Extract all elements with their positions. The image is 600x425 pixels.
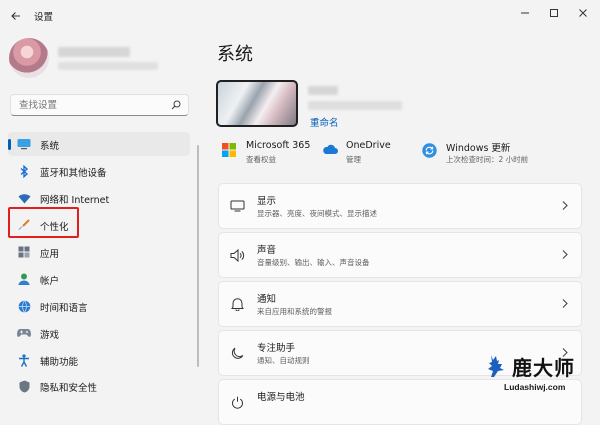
sidebar-item-system[interactable]: 系统	[8, 132, 190, 156]
sidebar-item-label: 时间和语言	[40, 303, 88, 314]
card-subtitle: 通知、自动规则	[257, 356, 310, 365]
account-icon	[17, 272, 31, 286]
close-button[interactable]	[570, 2, 596, 24]
card-title: 声音	[257, 245, 277, 256]
update-icon	[422, 143, 437, 158]
card-display[interactable]: 显示 显示器、亮度、夜间模式、显示描述	[218, 183, 582, 229]
search-input[interactable]	[19, 98, 169, 112]
status-subtitle: 管理	[346, 155, 361, 164]
bell-icon	[229, 296, 245, 312]
sidebar-item-label: 辅助功能	[40, 357, 79, 368]
minimize-button[interactable]	[512, 2, 538, 24]
deer-logo-icon	[488, 355, 504, 377]
watermark: 鹿大师 Ludashiwj.com	[482, 350, 600, 402]
status-title: Microsoft 365	[246, 140, 311, 151]
status-microsoft-365[interactable]: Microsoft 365 查看权益	[222, 140, 322, 170]
window-title: 设置	[34, 12, 54, 23]
sidebar-item-label: 隐私和安全性	[40, 383, 98, 394]
active-indicator	[8, 139, 11, 150]
device-wallpaper-image	[216, 80, 298, 127]
card-title: 通知	[257, 294, 277, 305]
user-email-blurred	[58, 62, 158, 70]
sidebar-item-time-language[interactable]: 时间和语言	[8, 294, 190, 318]
search-box[interactable]	[10, 94, 189, 116]
card-subtitle: 音量级别、输出、输入、声音设备	[257, 258, 370, 267]
status-title: OneDrive	[346, 140, 391, 151]
sidebar-item-accessibility[interactable]: 辅助功能	[8, 348, 190, 372]
globe-clock-icon	[17, 299, 31, 313]
apps-icon	[17, 245, 31, 259]
rename-link[interactable]: 重命名	[310, 115, 339, 129]
device-name-blurred	[308, 86, 338, 95]
sidebar-item-accounts[interactable]: 帐户	[8, 267, 190, 291]
status-subtitle: 查看权益	[246, 155, 276, 164]
watermark-url: Ludashiwj.com	[504, 382, 566, 392]
maximize-icon	[550, 9, 558, 17]
gamepad-icon	[17, 326, 31, 340]
cloud-icon	[322, 143, 338, 158]
user-name-blurred	[58, 47, 130, 57]
sidebar-item-label: 系统	[40, 141, 60, 152]
status-title: Windows 更新	[446, 143, 511, 154]
card-subtitle: 显示器、亮度、夜间模式、显示描述	[257, 209, 377, 218]
display-icon	[229, 198, 245, 214]
maximize-button[interactable]	[541, 2, 567, 24]
sidebar-item-label: 帐户	[40, 276, 60, 287]
avatar[interactable]	[9, 38, 49, 78]
back-arrow-icon	[11, 12, 20, 20]
minimize-icon	[521, 12, 529, 14]
status-windows-update[interactable]: Windows 更新 上次检查时间：2 小时前	[422, 140, 572, 170]
card-title: 电源与电池	[257, 392, 305, 403]
bluetooth-icon	[17, 164, 31, 178]
card-title: 专注助手	[257, 343, 296, 354]
status-onedrive[interactable]: OneDrive 管理	[322, 140, 422, 170]
sidebar-scrollbar[interactable]	[197, 145, 199, 367]
watermark-text: 鹿大师	[512, 356, 575, 380]
sidebar-item-apps[interactable]: 应用	[8, 240, 190, 264]
speaker-icon	[229, 247, 245, 263]
close-icon	[579, 9, 587, 17]
moon-icon	[229, 345, 245, 361]
sidebar-item-bluetooth[interactable]: 蓝牙和其他设备	[8, 159, 190, 183]
monitor-icon	[17, 137, 31, 151]
card-notifications[interactable]: 通知 来自应用和系统的警报	[218, 281, 582, 327]
sidebar-item-label: 游戏	[40, 330, 60, 341]
microsoft-logo-icon	[222, 143, 237, 158]
shield-icon	[17, 379, 31, 393]
chevron-right-icon	[562, 299, 568, 308]
title-bar: 设置	[0, 0, 600, 32]
sidebar-item-label: 蓝牙和其他设备	[40, 168, 107, 179]
card-subtitle: 来自应用和系统的警报	[257, 307, 332, 316]
personalization-highlight-box	[8, 207, 79, 238]
sidebar-item-privacy[interactable]: 隐私和安全性	[8, 374, 190, 398]
device-model-blurred	[308, 101, 402, 110]
sidebar-item-gaming[interactable]: 游戏	[8, 321, 190, 345]
search-icon[interactable]	[171, 100, 181, 110]
card-sound[interactable]: 声音 音量级别、输出、输入、声音设备	[218, 232, 582, 278]
status-subtitle: 上次检查时间：2 小时前	[446, 155, 529, 164]
chevron-right-icon	[562, 250, 568, 259]
page-title: 系统	[217, 44, 253, 65]
chevron-right-icon	[562, 201, 568, 210]
sidebar-item-label: 应用	[40, 249, 60, 260]
accessibility-icon	[17, 353, 31, 367]
back-button[interactable]	[6, 6, 26, 26]
card-title: 显示	[257, 196, 277, 207]
sidebar-item-label: 网络和 Internet	[40, 195, 110, 206]
wifi-icon	[17, 191, 31, 205]
power-icon	[229, 394, 245, 410]
